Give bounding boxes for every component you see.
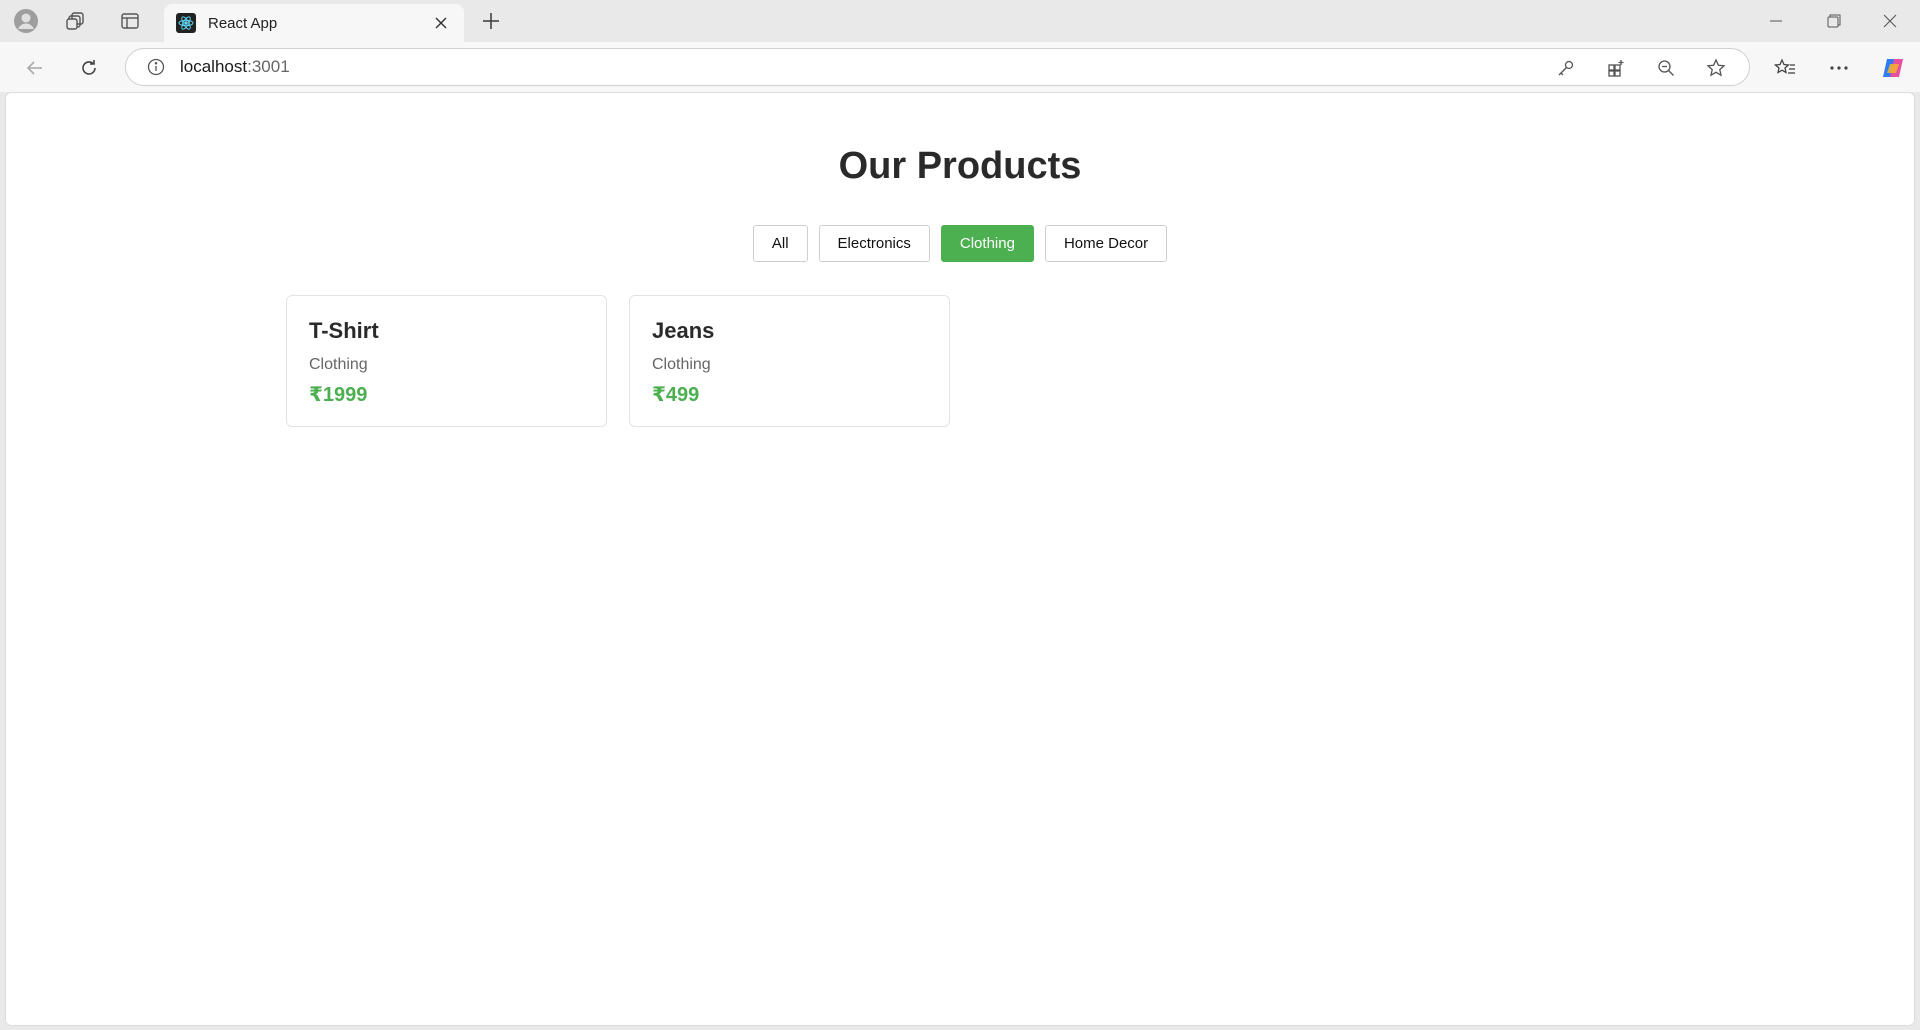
tab-active[interactable]: React App — [164, 4, 464, 42]
product-name: T-Shirt — [309, 318, 379, 343]
close-tab-icon[interactable] — [430, 12, 452, 34]
product-price: ₹1999 — [309, 384, 368, 406]
copilot-icon[interactable] — [1878, 53, 1908, 83]
close-window-icon[interactable] — [1870, 6, 1910, 36]
favorites-icon[interactable] — [1770, 53, 1800, 83]
product-category: Clothing — [652, 356, 711, 373]
address-bar[interactable]: localhost:3001 — [125, 48, 1750, 86]
tab-title: React App — [208, 14, 278, 32]
key-icon[interactable] — [1551, 53, 1581, 83]
site-info-icon[interactable] — [146, 57, 166, 77]
address-actions — [1551, 53, 1731, 83]
browser-toolbar: localhost:3001 — [0, 42, 1920, 92]
product-name: Jeans — [652, 318, 715, 343]
workspaces-icon[interactable] — [62, 7, 90, 35]
address-port: :3001 — [247, 57, 290, 76]
browser-window: React App localhost:3001 Our Products A… — [0, 0, 1920, 1030]
page-viewport: Our Products All Electronics Clothing Ho… — [5, 92, 1915, 1026]
more-options-icon[interactable] — [1824, 53, 1854, 83]
react-logo-icon — [176, 13, 196, 33]
favorite-star-icon[interactable] — [1701, 53, 1731, 83]
profile-icon[interactable] — [12, 7, 40, 35]
restore-icon[interactable] — [1814, 6, 1854, 36]
product-grid: T-Shirt Clothing ₹1999 Jeans Clothing ₹4… — [286, 295, 950, 427]
filter-electronics-button[interactable]: Electronics — [818, 225, 930, 262]
category-filters: All Electronics Clothing Home Decor — [6, 225, 1914, 262]
reload-icon[interactable] — [74, 53, 104, 83]
app-available-icon[interactable] — [1601, 53, 1631, 83]
minimize-icon[interactable] — [1756, 6, 1796, 36]
product-price: ₹499 — [652, 384, 700, 406]
filter-home-decor-button[interactable]: Home Decor — [1044, 225, 1168, 262]
filter-all-button[interactable]: All — [752, 225, 808, 262]
product-card[interactable]: T-Shirt Clothing ₹1999 — [286, 295, 607, 427]
tab-strip: React App — [0, 0, 1920, 42]
product-card[interactable]: Jeans Clothing ₹499 — [629, 295, 950, 427]
page-title: Our Products — [838, 145, 1082, 187]
product-category: Clothing — [309, 356, 368, 373]
new-tab-icon[interactable] — [476, 7, 506, 35]
address-host: localhost — [180, 57, 248, 76]
zoom-out-icon[interactable] — [1651, 53, 1681, 83]
filter-clothing-button[interactable]: Clothing — [940, 225, 1034, 262]
tab-actions-icon[interactable] — [116, 7, 144, 35]
back-arrow-icon[interactable] — [20, 53, 50, 83]
